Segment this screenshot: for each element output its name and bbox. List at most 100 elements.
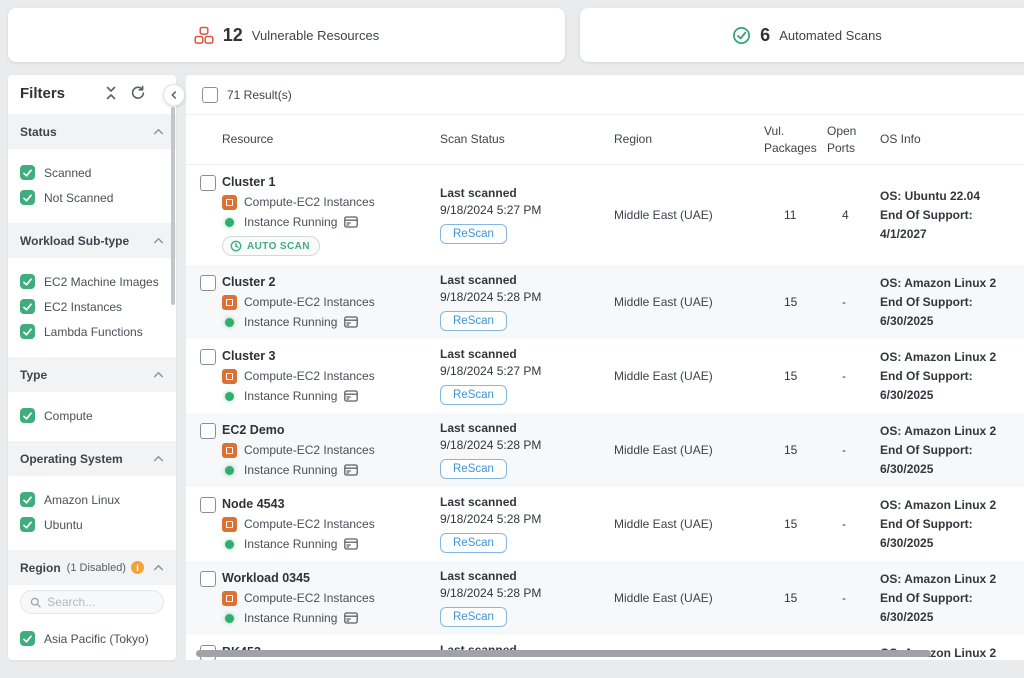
reset-filters-icon[interactable]	[130, 85, 146, 101]
vulnerable-resources-icon	[194, 26, 214, 45]
collapse-panel-button[interactable]	[163, 84, 185, 106]
table-header-row: Resource Scan Status Region Vul. Package…	[186, 115, 1024, 165]
os-info-cell: OS: Amazon Linux 2End Of Support: 6/30/2…	[880, 348, 1016, 405]
checkbox-checked[interactable]	[20, 492, 35, 507]
last-scanned-time: 9/18/2024 5:28 PM	[440, 438, 614, 452]
row-checkbox[interactable]	[200, 423, 216, 439]
region-cell: Middle East (UAE)	[614, 208, 764, 222]
scan-status-cell: Last scanned 9/18/2024 5:28 PM ReScan	[440, 421, 614, 479]
checkbox-checked[interactable]	[20, 517, 35, 532]
checkbox-checked[interactable]	[20, 165, 35, 180]
table-body: Cluster 1 Compute-EC2 Instances Instance R…	[186, 165, 1024, 660]
resource-name: Workload 0345	[222, 569, 440, 586]
search-icon	[30, 596, 41, 609]
os-info-cell: OS: Amazon Linux 2End Of Support: 6/30/2…	[880, 496, 1016, 553]
row-checkbox[interactable]	[200, 497, 216, 513]
table-row[interactable]: Cluster 2Compute-EC2 InstancesInstance R…	[186, 265, 1024, 339]
chevron-up-icon	[153, 128, 164, 135]
filters-header: Filters	[8, 75, 176, 111]
console-icon	[344, 612, 358, 624]
results-panel: 71 Result(s) Resource Scan Status Region…	[186, 75, 1024, 660]
resource-name: EC2 Demo	[222, 421, 440, 438]
horizontal-scrollbar[interactable]	[196, 650, 931, 657]
last-scanned-label: Last scanned	[440, 421, 614, 435]
filter-item-label: Lambda Functions	[44, 325, 143, 339]
row-checkbox[interactable]	[200, 175, 216, 191]
table-row[interactable]: Cluster 1Compute-EC2 InstancesInstance R…	[186, 165, 1024, 265]
checkbox-checked[interactable]	[20, 631, 35, 646]
os-end-of-support: End Of Support: 6/30/2025	[880, 515, 1016, 553]
ec2-instance-icon	[222, 443, 237, 458]
open-ports-cell: -	[827, 591, 880, 605]
resource-cell: Workload 0345Compute-EC2 InstancesInstan…	[222, 569, 440, 627]
region-cell: Middle East (UAE)	[614, 443, 764, 457]
ec2-instance-icon	[222, 517, 237, 532]
filters-panel: Filters StatusScannedNot ScannedWorkload…	[8, 75, 176, 660]
col-vul-packages: Vul. Packages	[764, 123, 827, 157]
instance-status: Instance Running	[244, 611, 337, 625]
rescan-button[interactable]: ReScan	[440, 459, 507, 479]
filter-section-type[interactable]: Type	[8, 357, 176, 392]
resource-name: Cluster 3	[222, 347, 440, 364]
instance-status: Instance Running	[244, 315, 337, 329]
rescan-button[interactable]: ReScan	[440, 385, 507, 405]
open-ports-cell: 4	[827, 208, 880, 222]
rescan-button[interactable]: ReScan	[440, 311, 507, 331]
last-scanned-label: Last scanned	[440, 495, 614, 509]
rescan-button[interactable]: ReScan	[440, 224, 507, 244]
checkbox-checked[interactable]	[20, 299, 35, 314]
filter-section-region[interactable]: Region(1 Disabled)i	[8, 550, 176, 585]
filter-item: Amazon Linux	[8, 487, 176, 512]
filter-item-label: Ubuntu	[44, 518, 83, 532]
os-end-of-support: End Of Support: 6/30/2025	[880, 441, 1016, 479]
filter-section-workload-sub-type[interactable]: Workload Sub-type	[8, 223, 176, 258]
row-checkbox[interactable]	[200, 571, 216, 587]
rescan-button[interactable]: ReScan	[440, 533, 507, 553]
filter-item: EC2 Machine Images	[8, 269, 176, 294]
filter-section-status[interactable]: Status	[8, 114, 176, 149]
checkbox-checked[interactable]	[20, 324, 35, 339]
table-row[interactable]: Cluster 3Compute-EC2 InstancesInstance R…	[186, 339, 1024, 413]
vulnerable-resources-label: Vulnerable Resources	[252, 28, 379, 43]
resource-name: Cluster 1	[222, 173, 440, 190]
filter-item: Ubuntu	[8, 512, 176, 537]
ec2-instance-icon	[222, 591, 237, 606]
results-count: 71 Result(s)	[227, 88, 292, 102]
os-info-cell: OS: Amazon Linux 2End Of Support: 6/30/2…	[880, 570, 1016, 627]
region-search-input[interactable]	[47, 595, 154, 609]
row-checkbox[interactable]	[200, 275, 216, 291]
resource-cell: Cluster 1Compute-EC2 InstancesInstance R…	[222, 173, 440, 257]
vul-packages-cell: 15	[764, 369, 827, 383]
table-row[interactable]: EC2 DemoCompute-EC2 InstancesInstance Ru…	[186, 413, 1024, 487]
rescan-button[interactable]: ReScan	[440, 607, 507, 627]
collapse-all-sections-icon[interactable]	[104, 86, 118, 100]
select-all-checkbox[interactable]	[202, 87, 218, 103]
auto-scan-clock-icon	[230, 240, 242, 252]
table-row[interactable]: Workload 0345Compute-EC2 InstancesInstan…	[186, 561, 1024, 635]
resource-type: Compute-EC2 Instances	[244, 517, 375, 531]
table-row[interactable]: Node 4543Compute-EC2 InstancesInstance R…	[186, 487, 1024, 561]
region-cell: Middle East (UAE)	[614, 295, 764, 309]
resource-type: Compute-EC2 Instances	[244, 369, 375, 383]
running-status-dot	[225, 218, 234, 227]
open-ports-cell: -	[827, 369, 880, 383]
running-status-dot	[225, 540, 234, 549]
scan-status-cell: Last scanned9/18/2024 5:28 PMReScan	[440, 495, 614, 553]
checkbox-checked[interactable]	[20, 190, 35, 205]
region-cell: Middle East (UAE)	[614, 591, 764, 605]
instance-status: Instance Running	[244, 215, 337, 229]
filter-section-label: Status	[20, 125, 57, 139]
resource-cell: EC2 DemoCompute-EC2 InstancesInstance Ru…	[222, 421, 440, 479]
resource-name: Node 4543	[222, 495, 440, 512]
col-open-ports: Open Ports	[827, 123, 880, 157]
checkbox-checked[interactable]	[20, 274, 35, 289]
last-scanned-time: 9/18/2024 5:28 PM	[440, 290, 614, 304]
filter-item-label: Asia Pacific (Tokyo)	[44, 632, 149, 646]
checkbox-checked[interactable]	[20, 408, 35, 423]
sidebar-scrollbar[interactable]	[171, 107, 175, 305]
os-end-of-support: End Of Support: 6/30/2025	[880, 293, 1016, 331]
col-os-info: OS Info	[880, 131, 1016, 148]
filter-section-label: Type	[20, 368, 47, 382]
filter-section-operating-system[interactable]: Operating System	[8, 441, 176, 476]
row-checkbox[interactable]	[200, 349, 216, 365]
